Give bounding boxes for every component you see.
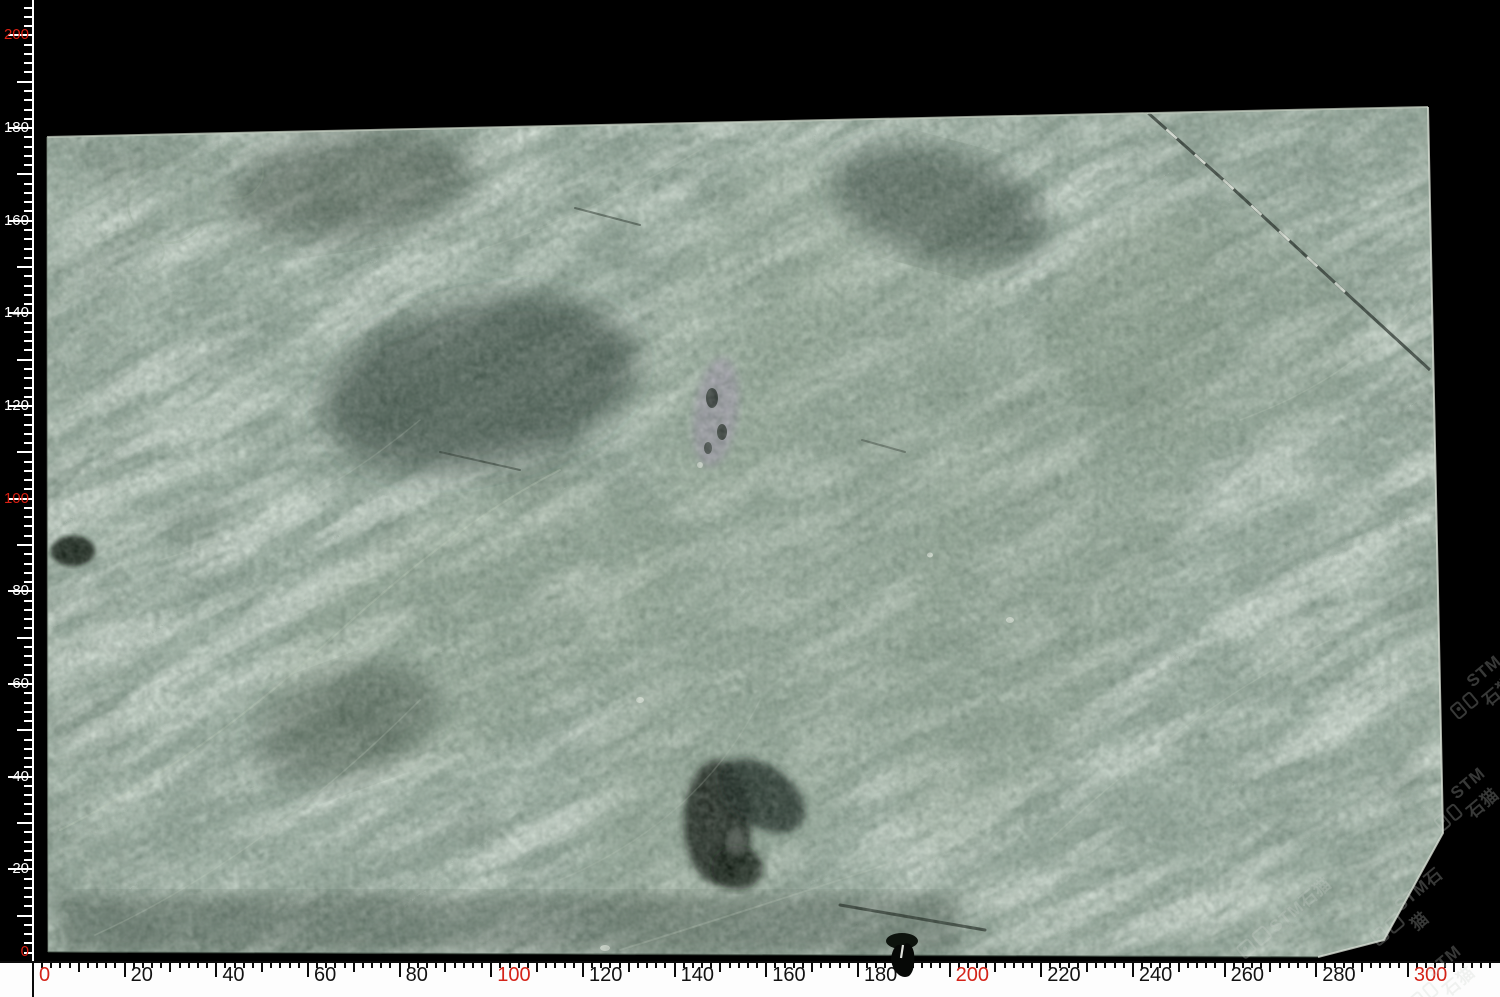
slab-measurement-view: 020406080100120140160180200 020406080100… <box>0 0 1500 997</box>
slab-chip <box>0 0 1500 997</box>
